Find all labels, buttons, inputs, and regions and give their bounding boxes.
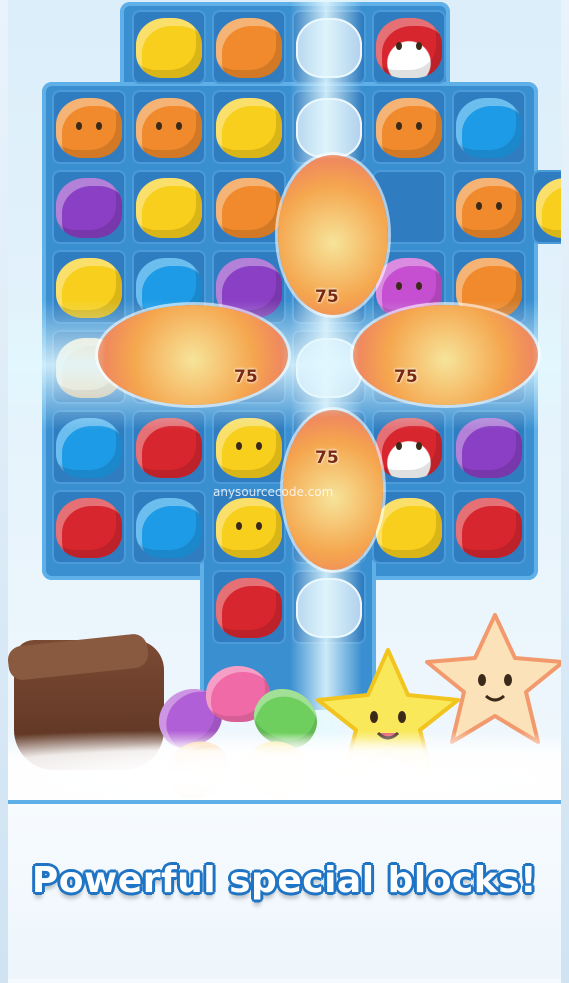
game-piece-orange-cat[interactable] bbox=[456, 178, 522, 238]
piece-eye bbox=[416, 42, 422, 50]
game-piece-orange[interactable] bbox=[216, 18, 282, 78]
piece-eye bbox=[76, 122, 82, 130]
piece-eye bbox=[396, 122, 402, 130]
piece-eye bbox=[96, 122, 102, 130]
piece-eye bbox=[396, 442, 402, 450]
game-piece-purple[interactable] bbox=[56, 178, 122, 238]
game-piece-yellow[interactable] bbox=[376, 498, 442, 558]
piece-eye bbox=[476, 202, 482, 210]
banner-title: Powerful special blocks! bbox=[31, 860, 538, 901]
game-piece-orange[interactable] bbox=[216, 178, 282, 238]
game-piece-yellow[interactable] bbox=[136, 18, 202, 78]
game-piece-blue[interactable] bbox=[456, 98, 522, 158]
score-popup: 75 bbox=[394, 367, 418, 387]
game-piece-penguin[interactable] bbox=[376, 18, 442, 78]
piece-eye bbox=[416, 442, 422, 450]
game-piece-yellow[interactable] bbox=[216, 98, 282, 158]
watermark: anysourcecode.com bbox=[213, 485, 334, 499]
game-piece-yellow[interactable] bbox=[136, 178, 202, 238]
score-popup: 75 bbox=[234, 367, 258, 387]
orange-star-character bbox=[425, 613, 561, 744]
game-piece-orange-cat[interactable] bbox=[376, 98, 442, 158]
piece-eye bbox=[416, 122, 422, 130]
game-piece-red[interactable] bbox=[56, 498, 122, 558]
game-screen: 75 75 75 75 anysourcecode.com Powerful s… bbox=[8, 0, 561, 983]
special-block-left[interactable] bbox=[98, 305, 288, 405]
piece-eye bbox=[156, 122, 162, 130]
piece-eye bbox=[416, 282, 422, 290]
piece-eye bbox=[256, 522, 262, 530]
game-piece-red[interactable] bbox=[216, 578, 282, 638]
game-piece-red[interactable] bbox=[456, 498, 522, 558]
piece-eye bbox=[396, 282, 402, 290]
game-piece-orange-cat[interactable] bbox=[136, 98, 202, 158]
piece-eye bbox=[176, 122, 182, 130]
score-popup: 75 bbox=[315, 448, 339, 468]
special-block-right[interactable] bbox=[353, 305, 538, 405]
piece-eye bbox=[236, 522, 242, 530]
piece-eye bbox=[236, 442, 242, 450]
piece-eye bbox=[256, 442, 262, 450]
cloud-decoration bbox=[8, 730, 561, 810]
piece-eye bbox=[396, 42, 402, 50]
piece-eye bbox=[496, 202, 502, 210]
game-piece-yellow-face[interactable] bbox=[216, 498, 282, 558]
game-piece-orange-cat[interactable] bbox=[56, 98, 122, 158]
game-piece-blue[interactable] bbox=[136, 498, 202, 558]
score-popup: 75 bbox=[315, 287, 339, 307]
